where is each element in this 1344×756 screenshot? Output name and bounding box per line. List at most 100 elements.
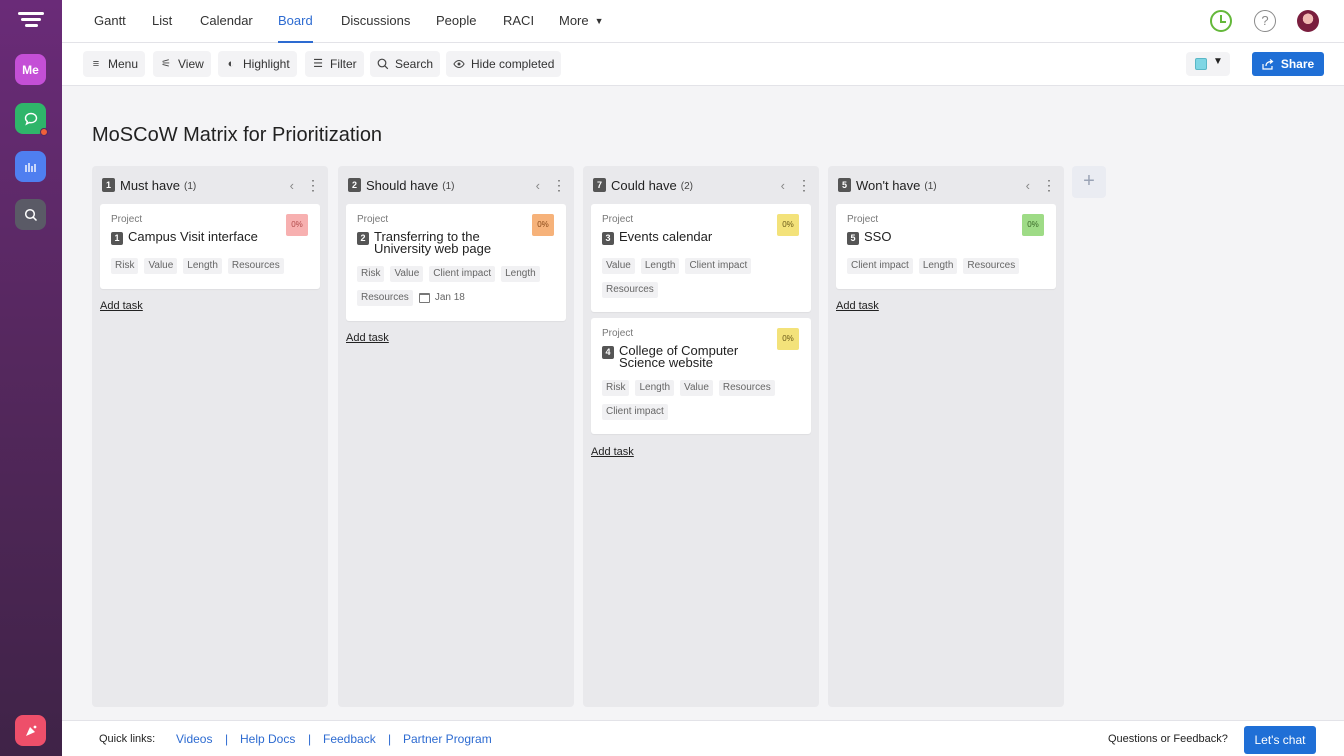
help-icon[interactable]: ? — [1254, 10, 1276, 32]
tag[interactable]: Value — [680, 380, 713, 396]
menu-button[interactable]: ≡Menu — [83, 51, 145, 77]
task-card[interactable]: Project 2Transferring to the University … — [346, 204, 566, 321]
tag[interactable]: Client impact — [847, 258, 913, 274]
kebab-menu-icon[interactable]: ⋮ — [797, 177, 811, 194]
footer-link-partner-program[interactable]: Partner Program — [403, 732, 492, 746]
footer-separator: | — [388, 732, 391, 746]
progress-badge: 0% — [532, 214, 554, 236]
tag[interactable]: Length — [919, 258, 958, 274]
tag[interactable]: Risk — [602, 380, 629, 396]
tab-raci[interactable]: RACI — [503, 0, 534, 43]
tag[interactable]: Resources — [963, 258, 1019, 274]
column-name[interactable]: Could have — [611, 178, 677, 193]
card-title[interactable]: 3Events calendar — [602, 231, 771, 245]
tab-list[interactable]: List — [152, 0, 172, 43]
card-title[interactable]: 4College of Computer Science website — [602, 345, 771, 369]
card-project-label: Project — [602, 214, 633, 225]
tag[interactable]: Risk — [357, 266, 384, 282]
rail-search-button[interactable] — [15, 199, 46, 230]
tag[interactable]: Resources — [228, 258, 284, 274]
tag[interactable]: Length — [501, 266, 540, 282]
tab-more[interactable]: More ▼ — [559, 0, 604, 43]
progress-badge: 0% — [777, 214, 799, 236]
tab-calendar[interactable]: Calendar — [200, 0, 253, 43]
tag[interactable]: Resources — [602, 282, 658, 298]
lets-chat-button[interactable]: Let's chat — [1244, 726, 1316, 754]
menu-logo-icon[interactable] — [18, 12, 44, 32]
kebab-menu-icon[interactable]: ⋮ — [1042, 177, 1056, 194]
board-column-could-have: 7 Could have (2) ‹⋮ Project 3Events cale… — [583, 166, 819, 707]
clock-icon[interactable] — [1210, 10, 1232, 32]
hide-completed-button[interactable]: Hide completed — [446, 51, 561, 77]
view-button[interactable]: ⚟View — [153, 51, 211, 77]
tag[interactable]: Length — [183, 258, 222, 274]
questions-label: Questions or Feedback? — [1108, 733, 1228, 745]
tag[interactable]: Length — [641, 258, 680, 274]
add-column-button[interactable]: + — [1072, 166, 1106, 198]
card-project-label: Project — [847, 214, 878, 225]
tag[interactable]: Client impact — [685, 258, 751, 274]
card-title[interactable]: 2Transferring to the University web page — [357, 231, 526, 255]
chevron-left-icon[interactable]: ‹ — [1026, 178, 1030, 193]
me-button[interactable]: Me — [15, 54, 46, 85]
tag[interactable]: Value — [144, 258, 177, 274]
tab-discussions[interactable]: Discussions — [341, 0, 410, 43]
footer-link-videos[interactable]: Videos — [176, 732, 212, 746]
progress-badge: 0% — [1022, 214, 1044, 236]
tab-people[interactable]: People — [436, 0, 476, 43]
task-card[interactable]: Project 4College of Computer Science web… — [591, 318, 811, 434]
tag[interactable]: Risk — [111, 258, 138, 274]
add-task-link[interactable]: Add task — [100, 300, 143, 312]
task-card[interactable]: Project 5SSO 0% Client impact Length Res… — [836, 204, 1056, 289]
due-date[interactable]: Jan 18 — [419, 290, 465, 306]
contrast-icon: ◐ — [225, 51, 237, 77]
column-header: 7 Could have (2) ‹⋮ — [593, 176, 811, 194]
menu-label: Menu — [108, 51, 138, 77]
caret-down-icon: ▼ — [595, 16, 604, 26]
card-project-label: Project — [111, 214, 142, 225]
task-card[interactable]: Project 1Campus Visit interface 0% Risk … — [100, 204, 320, 289]
card-title[interactable]: 5SSO — [847, 231, 1016, 245]
progress-badge: 0% — [286, 214, 308, 236]
highlight-label: Highlight — [243, 51, 290, 77]
highlight-button[interactable]: ◐Highlight — [218, 51, 297, 77]
kebab-menu-icon[interactable]: ⋮ — [552, 177, 566, 194]
add-task-link[interactable]: Add task — [836, 300, 879, 312]
column-name[interactable]: Should have — [366, 178, 438, 193]
board-column-wont-have: 5 Won't have (1) ‹⋮ Project 5SSO 0% Clie… — [828, 166, 1064, 707]
footer-link-help-docs[interactable]: Help Docs — [240, 732, 295, 746]
chevron-left-icon[interactable]: ‹ — [536, 178, 540, 193]
card-project-label: Project — [602, 328, 633, 339]
tab-board[interactable]: Board — [278, 0, 313, 43]
chevron-left-icon[interactable]: ‹ — [781, 178, 785, 193]
whats-new-icon — [24, 724, 38, 738]
kebab-menu-icon[interactable]: ⋮ — [306, 177, 320, 194]
chevron-left-icon[interactable]: ‹ — [290, 178, 294, 193]
tag[interactable]: Value — [390, 266, 423, 282]
sliders-icon: ⚟ — [160, 51, 172, 77]
share-button[interactable]: Share — [1252, 52, 1324, 76]
footer-link-feedback[interactable]: Feedback — [323, 732, 376, 746]
chat-button[interactable] — [15, 103, 46, 134]
tab-gantt[interactable]: Gantt — [94, 0, 126, 43]
tab-more-label: More — [559, 13, 589, 28]
whats-new-button[interactable] — [15, 715, 46, 746]
stats-button[interactable] — [15, 151, 46, 182]
tag[interactable]: Value — [602, 258, 635, 274]
card-title[interactable]: 1Campus Visit interface — [111, 231, 280, 245]
tag[interactable]: Client impact — [429, 266, 495, 282]
add-task-link[interactable]: Add task — [346, 332, 389, 344]
filter-button[interactable]: ☰Filter — [305, 51, 364, 77]
tag[interactable]: Length — [635, 380, 674, 396]
task-number: 1 — [111, 232, 123, 245]
add-task-link[interactable]: Add task — [591, 446, 634, 458]
avatar[interactable] — [1297, 10, 1319, 32]
column-name[interactable]: Won't have — [856, 178, 920, 193]
tag[interactable]: Resources — [719, 380, 775, 396]
tag[interactable]: Resources — [357, 290, 413, 306]
search-button[interactable]: Search — [370, 51, 440, 77]
tag[interactable]: Client impact — [602, 404, 668, 420]
color-picker[interactable]: ▼ — [1186, 52, 1230, 76]
column-name[interactable]: Must have — [120, 178, 180, 193]
task-card[interactable]: Project 3Events calendar 0% Value Length… — [591, 204, 811, 312]
